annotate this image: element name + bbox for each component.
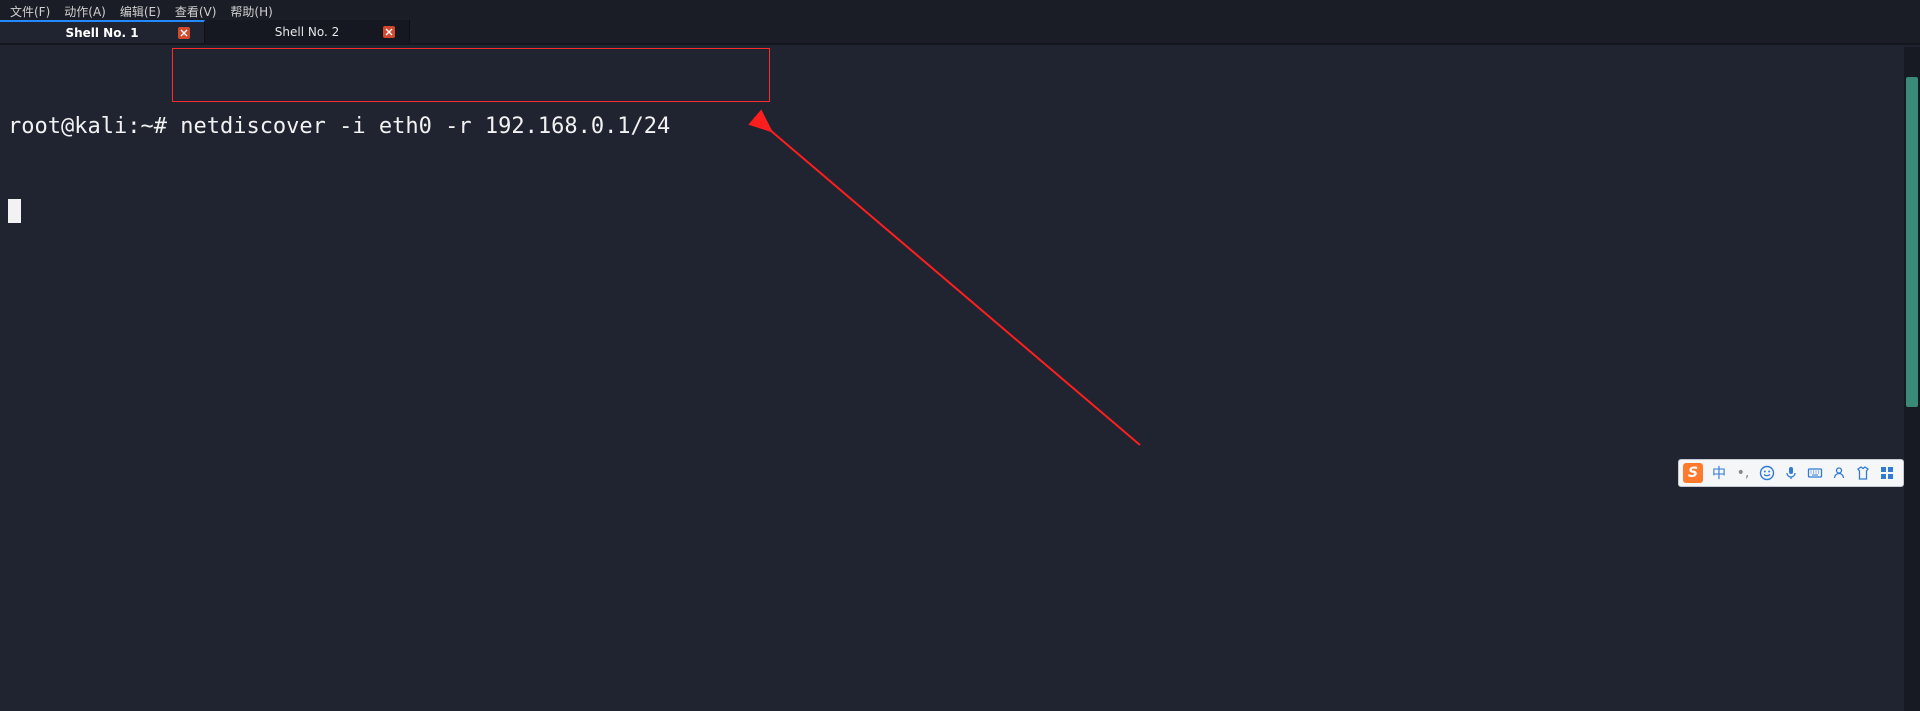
tab-label: Shell No. 1 [65,26,138,40]
prompt-user: root [8,113,61,141]
smile-icon [1759,465,1775,481]
ime-toolbar[interactable]: S 中 •, [1678,459,1904,487]
tab-shell-1[interactable]: Shell No. 1 [0,20,205,43]
prompt-symbol: # [154,113,167,141]
tab-shell-2[interactable]: Shell No. 2 [205,20,410,43]
ime-emoji-button[interactable] [1759,465,1775,481]
ime-account-button[interactable] [1831,465,1847,481]
tab-bar: Shell No. 1 Shell No. 2 [0,22,1920,45]
ime-keyboard-button[interactable] [1807,465,1823,481]
tab-close-button[interactable] [178,27,190,39]
ime-logo-icon[interactable]: S [1683,463,1703,483]
tab-label: Shell No. 2 [275,25,339,39]
grid-icon [1879,465,1895,481]
menu-edit[interactable]: 编辑(E) [120,3,161,20]
menu-help[interactable]: 帮助(H) [230,3,272,20]
scrollbar-thumb[interactable] [1906,77,1918,407]
microphone-icon [1783,465,1799,481]
ime-toolbox-button[interactable] [1879,465,1895,481]
tab-close-button[interactable] [383,26,395,38]
keyboard-icon [1807,465,1823,481]
menu-action[interactable]: 动作(A) [64,3,106,20]
terminal-command: netdiscover -i eth0 -r 192.168.0.1/24 [180,113,670,141]
prompt-at: @ [61,113,74,141]
ime-skin-button[interactable] [1855,465,1871,481]
prompt-host: kali [74,113,127,141]
prompt-path: ~ [140,113,153,141]
person-icon [1831,465,1847,481]
close-icon [180,29,188,37]
tshirt-icon [1855,465,1871,481]
terminal-line: root@kali:~# netdiscover -i eth0 -r 192.… [8,113,1912,141]
ime-language-toggle[interactable]: 中 [1711,463,1727,483]
terminal-pane[interactable]: root@kali:~# netdiscover -i eth0 -r 192.… [0,47,1920,711]
ime-voice-button[interactable] [1783,465,1799,481]
prompt-sep: : [127,113,140,141]
close-icon [385,28,393,36]
terminal-cursor-line [8,197,1912,223]
terminal-cursor [8,199,21,223]
ime-punct-toggle[interactable]: •, [1735,465,1751,481]
vertical-scrollbar[interactable] [1904,47,1920,711]
menu-file[interactable]: 文件(F) [10,3,50,20]
menu-view[interactable]: 查看(V) [175,3,217,20]
menu-bar: 文件(F) 动作(A) 编辑(E) 查看(V) 帮助(H) [0,0,1920,22]
